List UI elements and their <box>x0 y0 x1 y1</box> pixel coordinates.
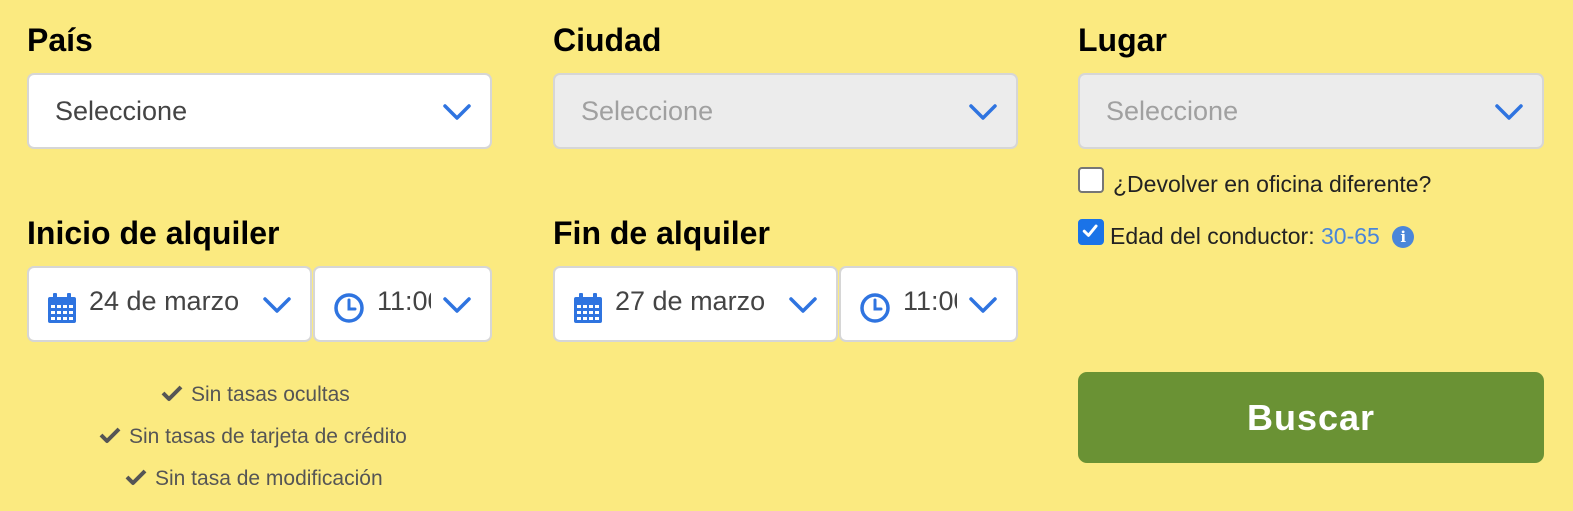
lugar-label: Lugar <box>1078 22 1167 58</box>
rental-end-label: Fin de alquiler <box>553 215 770 251</box>
ciudad-select[interactable]: Seleccione <box>553 73 1018 149</box>
benefit-label: Sin tasas de tarjeta de crédito <box>129 425 407 448</box>
return-other-office-label: ¿Devolver en oficina diferente? <box>1113 171 1432 197</box>
driver-age-checkbox[interactable] <box>1078 219 1104 245</box>
driver-age-link[interactable]: 30-65 <box>1321 223 1380 249</box>
benefit-label: Sin tasas ocultas <box>191 383 350 406</box>
checkmark-icon <box>1082 224 1098 237</box>
rental-start-label: Inicio de alquiler <box>27 215 280 251</box>
chevron-down-icon <box>969 104 997 120</box>
calendar-icon <box>48 293 76 323</box>
return-other-office-checkbox[interactable] <box>1078 167 1104 193</box>
ciudad-label: Ciudad <box>553 22 662 58</box>
clock-icon <box>860 293 890 323</box>
chevron-down-icon <box>969 297 997 313</box>
calendar-icon <box>574 293 602 323</box>
checkmark-icon <box>99 427 121 443</box>
checkmark-icon <box>161 385 183 401</box>
rental-start-time-value: 11:00 <box>377 286 431 316</box>
pais-select-value: Seleccione <box>55 95 188 126</box>
benefit-label: Sin tasa de modificación <box>155 467 383 490</box>
chevron-down-icon <box>443 297 471 313</box>
chevron-down-icon <box>443 104 471 120</box>
benefit-item: Sin tasa de modificación <box>125 467 383 491</box>
rental-start-time-select[interactable]: 11:00 <box>313 266 492 342</box>
chevron-down-icon <box>1495 104 1523 120</box>
pais-label: País <box>27 22 93 58</box>
search-button[interactable]: Buscar <box>1078 372 1544 463</box>
rental-end-time-value: 11:00 <box>903 286 957 316</box>
chevron-down-icon <box>789 297 817 313</box>
benefit-item: Sin tasas ocultas <box>161 383 350 407</box>
benefit-item: Sin tasas de tarjeta de crédito <box>99 425 407 449</box>
ciudad-select-value: Seleccione <box>581 95 714 126</box>
clock-icon <box>334 293 364 323</box>
checkmark-icon <box>125 469 147 485</box>
driver-age-row: Edad del conductor: 30-65 i <box>1110 223 1415 250</box>
rental-end-date-select[interactable]: 27 de marzo <box>553 266 838 342</box>
rental-start-date-select[interactable]: 24 de marzo <box>27 266 312 342</box>
lugar-select-value: Seleccione <box>1106 95 1239 126</box>
rental-start-date-value: 24 de marzo <box>89 286 240 316</box>
rental-end-date-value: 27 de marzo <box>615 286 766 316</box>
lugar-select[interactable]: Seleccione <box>1078 73 1544 149</box>
pais-select[interactable]: Seleccione <box>27 73 492 149</box>
info-icon[interactable]: i <box>1392 226 1415 248</box>
rental-end-time-select[interactable]: 11:00 <box>839 266 1018 342</box>
driver-age-label: Edad del conductor: <box>1110 223 1315 249</box>
chevron-down-icon <box>263 297 291 313</box>
